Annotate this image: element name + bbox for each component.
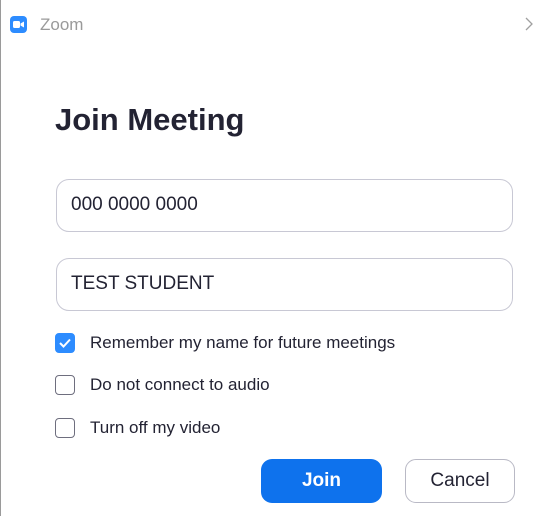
- page-title: Join Meeting: [55, 102, 245, 137]
- remember-name-option[interactable]: Remember my name for future meetings: [55, 332, 395, 354]
- no-audio-label: Do not connect to audio: [90, 375, 270, 394]
- chevron-right-icon[interactable]: [523, 14, 535, 34]
- title-bar: Zoom: [0, 0, 537, 48]
- no-audio-checkbox[interactable]: [55, 375, 75, 395]
- zoom-camera-icon: [10, 16, 27, 33]
- cancel-button[interactable]: Cancel: [405, 459, 515, 503]
- name-input[interactable]: [57, 259, 491, 309]
- app-title: Zoom: [40, 15, 84, 34]
- window-border: [0, 0, 1, 516]
- video-off-label: Turn off my video: [90, 418, 221, 437]
- remember-name-label: Remember my name for future meetings: [90, 333, 396, 352]
- zoom-window: Zoom Join Meeting Remember my name for f…: [0, 0, 537, 516]
- join-button[interactable]: Join: [261, 459, 382, 503]
- meeting-id-input[interactable]: [57, 180, 491, 230]
- name-field[interactable]: [56, 258, 513, 311]
- video-off-option[interactable]: Turn off my video: [55, 417, 220, 439]
- no-audio-option[interactable]: Do not connect to audio: [55, 374, 270, 396]
- remember-name-checkbox[interactable]: [55, 333, 75, 353]
- meeting-id-field[interactable]: [56, 179, 513, 232]
- video-off-checkbox[interactable]: [55, 418, 75, 438]
